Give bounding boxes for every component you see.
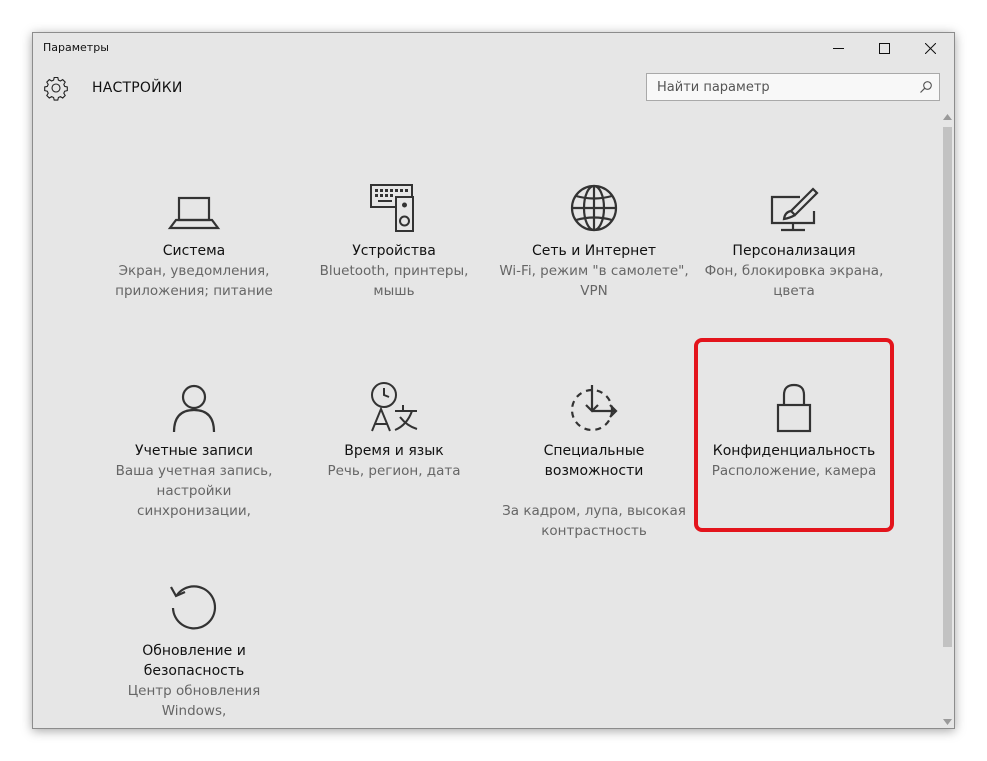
- close-icon: [924, 42, 936, 54]
- tile-network[interactable]: Сеть и Интернет Wi-Fi, режим "в самолете…: [499, 179, 689, 349]
- tile-devices[interactable]: Устройства Bluetooth, принтеры, мышь: [299, 179, 489, 349]
- search-input[interactable]: [647, 74, 905, 100]
- tile-title: Учетные записи: [135, 443, 253, 459]
- close-button[interactable]: [907, 33, 953, 63]
- maximize-button[interactable]: [861, 33, 907, 63]
- tile-update-security[interactable]: Обновление и безопасность Центр обновлен…: [99, 579, 289, 749]
- scrollbar[interactable]: [940, 111, 954, 728]
- privacy-highlight-frame: [694, 338, 894, 532]
- tile-description: Wi-Fi, режим "в самолете", VPN: [499, 263, 689, 299]
- tile-description: Bluetooth, принтеры, мышь: [319, 263, 469, 299]
- maximize-icon: [878, 42, 890, 54]
- tile-description: Речь, регион, дата: [327, 463, 461, 479]
- tile-description: За кадром, лупа, высокая контрастность: [502, 503, 686, 539]
- tile-title: Система: [162, 243, 226, 259]
- tile-description: Центр обновления Windows,: [127, 683, 261, 719]
- tile-description: Фон, блокировка экрана, цвета: [704, 263, 884, 299]
- window-title: Параметры: [43, 41, 109, 54]
- scroll-down-arrow-icon[interactable]: [943, 719, 952, 725]
- paint-icon: [770, 187, 819, 232]
- devices-icon: [370, 184, 414, 232]
- tile-description: Экран, уведомления, приложения; питание: [115, 263, 273, 299]
- tile-time-language[interactable]: Время и язык Речь, регион, дата: [299, 379, 489, 549]
- search-box[interactable]: [646, 73, 940, 101]
- scrollbar-thumb[interactable]: [943, 127, 952, 647]
- tile-system[interactable]: Система Экран, уведомления, приложения; …: [99, 179, 289, 349]
- tile-accessibility[interactable]: Специальные возможности За кадром, лупа,…: [499, 379, 689, 549]
- minimize-icon: [832, 47, 844, 49]
- tile-title: Специальные возможности: [543, 443, 645, 479]
- scroll-up-arrow-icon[interactable]: [943, 114, 952, 120]
- laptop-icon: [167, 196, 221, 230]
- tile-personalization[interactable]: Персонализация Фон, блокировка экрана, ц…: [699, 179, 889, 349]
- tile-title: Обновление и безопасность: [142, 643, 246, 679]
- gear-icon: [43, 75, 69, 101]
- tile-title: Сеть и Интернет: [532, 243, 656, 259]
- search-icon[interactable]: [919, 80, 933, 94]
- person-icon: [172, 384, 216, 433]
- settings-window: Параметры НАСТРОЙКИ Найти параметр Систе…: [32, 32, 955, 729]
- globe-icon: [570, 184, 618, 232]
- tile-title: Время и язык: [344, 443, 444, 459]
- tile-accounts[interactable]: Учетные записи Ваша учетная запись, наст…: [99, 379, 289, 549]
- tile-title: Персонализация: [732, 243, 856, 259]
- update-icon: [170, 585, 217, 630]
- tile-description: Ваша учетная запись, настройки синхрониз…: [115, 463, 273, 519]
- accessibility-icon: [570, 385, 618, 432]
- title-bar[interactable]: Параметры: [33, 33, 954, 63]
- minimize-button[interactable]: [815, 33, 861, 63]
- page-title: НАСТРОЙКИ: [92, 80, 183, 96]
- time-language-icon: [371, 382, 418, 432]
- tile-title: Устройства: [352, 243, 436, 259]
